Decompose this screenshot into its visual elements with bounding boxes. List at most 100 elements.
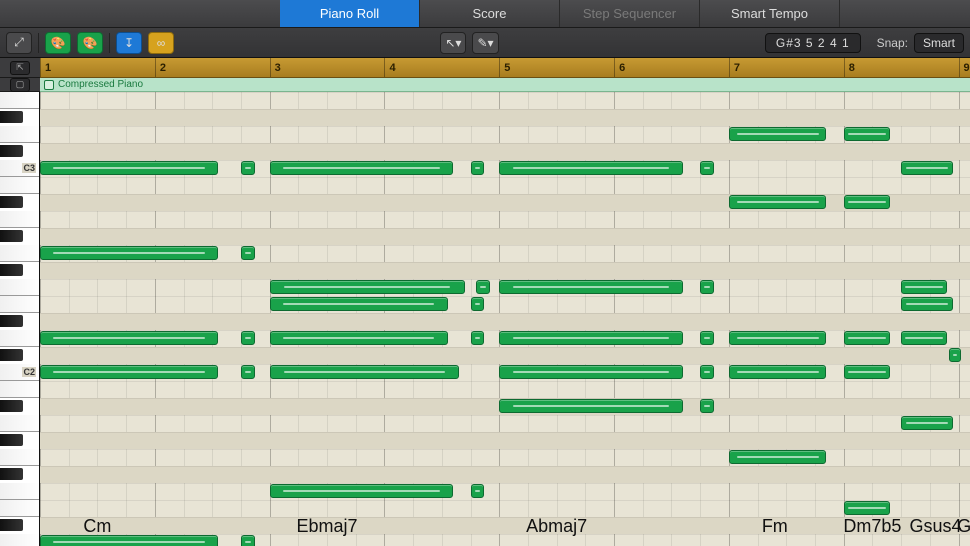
midi-note[interactable] xyxy=(40,331,218,345)
midi-note[interactable] xyxy=(471,297,485,311)
midi-note[interactable] xyxy=(729,365,827,379)
midi-note[interactable] xyxy=(844,501,890,515)
midi-note[interactable] xyxy=(844,365,890,379)
midi-note[interactable] xyxy=(40,365,218,379)
white-key[interactable] xyxy=(0,449,39,466)
midi-note[interactable] xyxy=(499,280,683,294)
midi-note[interactable] xyxy=(901,161,953,175)
midi-note[interactable] xyxy=(499,161,683,175)
white-key[interactable] xyxy=(0,177,39,194)
black-key[interactable] xyxy=(0,111,23,123)
black-key[interactable] xyxy=(0,400,23,412)
view-palette-2-icon[interactable]: 🎨 xyxy=(77,32,103,54)
midi-note[interactable] xyxy=(499,399,683,413)
midi-note[interactable] xyxy=(40,246,218,260)
tab-score[interactable]: Score xyxy=(420,0,560,27)
white-key[interactable] xyxy=(0,500,39,517)
midi-note[interactable] xyxy=(844,195,890,209)
view-tabs: Piano Roll Score Step Sequencer Smart Te… xyxy=(0,0,970,28)
black-key[interactable] xyxy=(0,315,23,327)
bar-ruler[interactable]: 123456789 xyxy=(40,58,970,78)
black-key[interactable] xyxy=(0,230,23,242)
white-key[interactable] xyxy=(0,245,39,262)
white-key[interactable] xyxy=(0,211,39,228)
midi-note[interactable] xyxy=(471,331,485,345)
midi-note[interactable] xyxy=(241,246,255,260)
white-key[interactable] xyxy=(0,126,39,143)
midi-note[interactable] xyxy=(476,280,490,294)
midi-note[interactable] xyxy=(844,331,890,345)
white-key[interactable] xyxy=(0,92,39,109)
midi-note[interactable] xyxy=(729,331,827,345)
midi-note[interactable] xyxy=(729,127,827,141)
midi-note[interactable] xyxy=(901,297,953,311)
midi-note[interactable] xyxy=(270,365,459,379)
midi-note[interactable] xyxy=(270,297,448,311)
midi-note[interactable] xyxy=(700,365,714,379)
midi-note[interactable] xyxy=(901,331,947,345)
midi-note[interactable] xyxy=(901,280,947,294)
white-key[interactable] xyxy=(0,534,39,546)
midi-note[interactable] xyxy=(241,365,255,379)
midi-note[interactable] xyxy=(499,365,683,379)
octave-label: C3 xyxy=(22,163,36,173)
midi-note[interactable] xyxy=(700,399,714,413)
midi-note[interactable] xyxy=(844,127,890,141)
midi-note[interactable] xyxy=(700,161,714,175)
black-key[interactable] xyxy=(0,519,23,531)
midi-in-icon[interactable]: ↧ xyxy=(116,32,142,54)
midi-note[interactable] xyxy=(729,195,827,209)
midi-note[interactable] xyxy=(241,535,255,546)
ruler-bar-number: 2 xyxy=(155,58,166,77)
region-loop-icon[interactable] xyxy=(44,80,54,90)
midi-note[interactable] xyxy=(270,161,454,175)
midi-note[interactable] xyxy=(700,331,714,345)
piano-keyboard[interactable]: C3 C2 xyxy=(0,92,40,546)
midi-note[interactable] xyxy=(270,484,454,498)
pencil-tool-icon[interactable]: ✎▾ xyxy=(472,32,498,54)
view-palette-1-icon[interactable]: 🎨 xyxy=(45,32,71,54)
expand-icon[interactable]: ⤢ xyxy=(6,32,32,54)
black-key[interactable] xyxy=(0,196,23,208)
black-key[interactable] xyxy=(0,264,23,276)
ruler-bar-number: 9 xyxy=(959,58,970,77)
white-key[interactable] xyxy=(0,279,39,296)
midi-note[interactable] xyxy=(901,416,953,430)
white-key[interactable] xyxy=(0,483,39,500)
region-header[interactable]: Compressed Piano xyxy=(40,78,970,92)
midi-note[interactable] xyxy=(700,280,714,294)
midi-note[interactable] xyxy=(270,280,465,294)
separator xyxy=(38,33,39,53)
midi-note[interactable] xyxy=(729,450,827,464)
tab-piano-roll[interactable]: Piano Roll xyxy=(280,0,420,27)
midi-note[interactable] xyxy=(40,535,218,546)
black-key[interactable] xyxy=(0,434,23,446)
white-key[interactable] xyxy=(0,415,39,432)
midi-note[interactable] xyxy=(949,348,960,362)
midi-note[interactable] xyxy=(270,331,448,345)
midi-note[interactable] xyxy=(471,161,485,175)
automation-marquee-button[interactable]: ▢ xyxy=(0,78,40,92)
black-key[interactable] xyxy=(0,349,23,361)
toolbar: ⤢ 🎨 🎨 ↧ ∞ ↖▾ ✎▾ G#3 5 2 4 1 Snap: Smart xyxy=(0,28,970,58)
ruler-bar-number: 1 xyxy=(40,58,51,77)
white-key[interactable] xyxy=(0,330,39,347)
link-icon[interactable]: ∞ xyxy=(148,32,174,54)
catch-playhead-button[interactable]: ⇱ xyxy=(0,58,40,78)
octave-label: C2 xyxy=(22,367,36,377)
pointer-tool-icon[interactable]: ↖▾ xyxy=(440,32,466,54)
piano-roll-grid[interactable] xyxy=(40,92,970,546)
snap-value[interactable]: Smart xyxy=(914,33,964,53)
white-key[interactable] xyxy=(0,381,39,398)
midi-note[interactable] xyxy=(241,331,255,345)
midi-note[interactable] xyxy=(499,331,683,345)
ruler-bar-number: 8 xyxy=(844,58,855,77)
ruler-bar-number: 6 xyxy=(614,58,625,77)
midi-note[interactable] xyxy=(241,161,255,175)
midi-note[interactable] xyxy=(471,484,485,498)
white-key[interactable] xyxy=(0,296,39,313)
black-key[interactable] xyxy=(0,468,23,480)
black-key[interactable] xyxy=(0,145,23,157)
midi-note[interactable] xyxy=(40,161,218,175)
tab-smart-tempo[interactable]: Smart Tempo xyxy=(700,0,840,27)
